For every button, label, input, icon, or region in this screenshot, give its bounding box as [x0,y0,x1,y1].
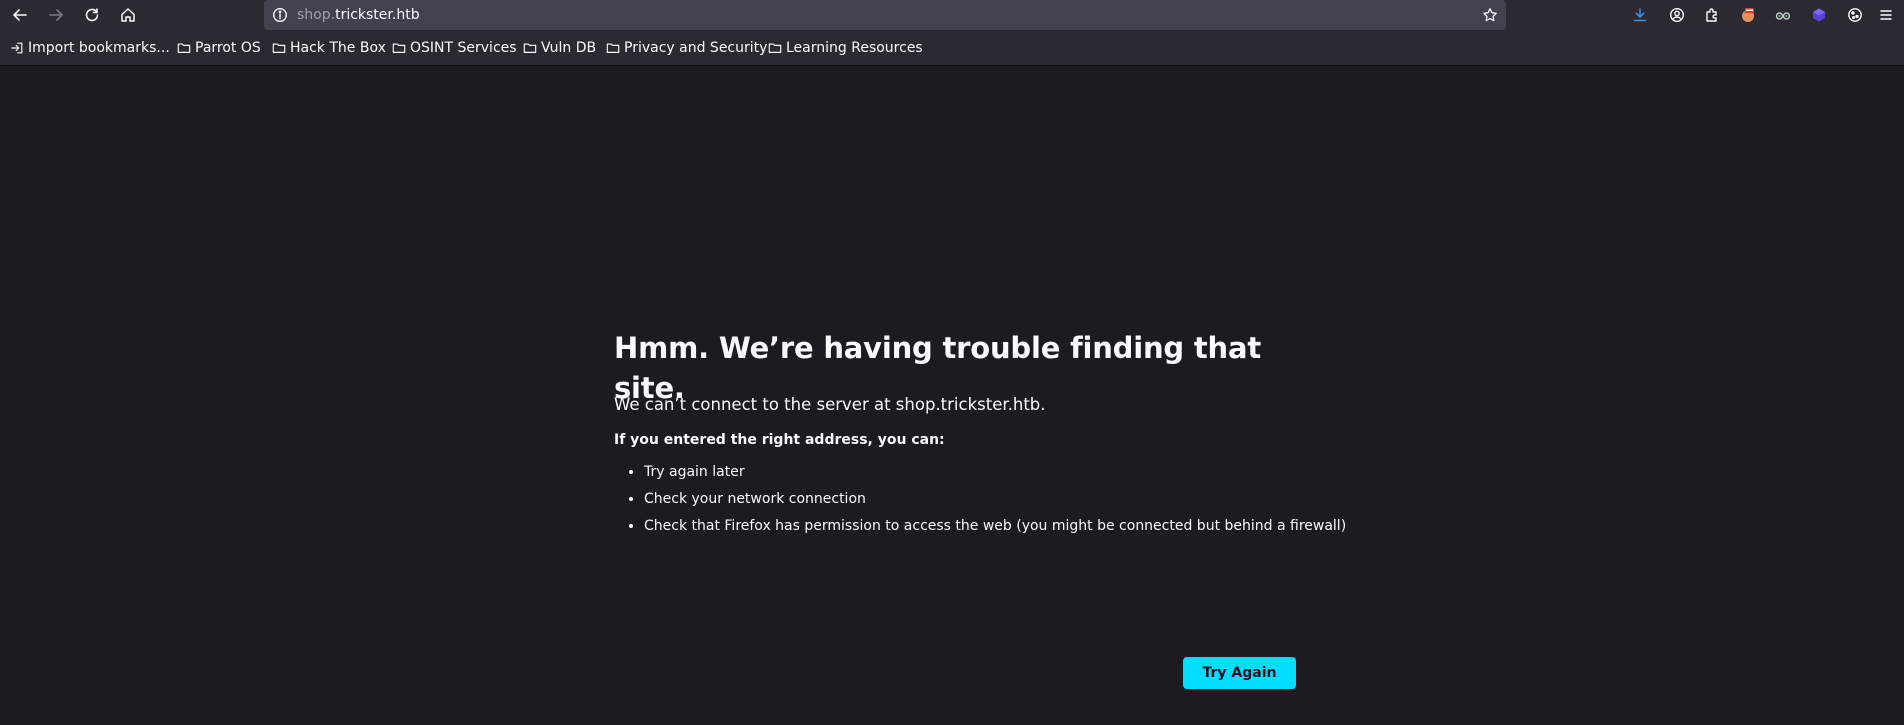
glasses-extension-icon[interactable] [1771,3,1795,27]
bookmark-label: Parrot OS [195,40,261,56]
bookmark-osint-services[interactable]: OSINT Services [392,30,517,66]
error-container: Hmm. We’re having trouble finding that s… [614,328,1346,689]
hamburger-menu-icon[interactable] [1874,3,1898,27]
forward-arrow-icon[interactable] [44,3,68,27]
bookmark-parrot-os[interactable]: Parrot OS [177,30,261,66]
home-icon[interactable] [116,3,140,27]
reload-icon[interactable] [80,3,104,27]
error-description: We can’t connect to the server at shop.t… [614,395,1046,414]
list-item: Check that Firefox has permission to acc… [644,513,1346,540]
bookmark-label: Hack The Box [290,40,386,56]
bookmark-label: Vuln DB [541,40,597,56]
folder-icon [523,43,537,53]
url-text[interactable]: shop.trickster.htb [297,0,420,30]
back-arrow-icon[interactable] [8,3,32,27]
bookmark-label: Privacy and Security [624,40,768,56]
bookmark-hack-the-box[interactable]: Hack The Box [272,30,386,66]
download-icon[interactable] [1628,3,1652,27]
star-icon[interactable] [1482,7,1498,23]
error-subheading: If you entered the right address, you ca… [614,432,945,448]
bookmark-learning-resources[interactable]: Learning Resources [768,30,923,66]
list-item: Try again later [644,459,1346,486]
try-again-button[interactable]: Try Again [1183,657,1296,689]
info-icon[interactable] [272,7,288,23]
folder-icon [606,43,620,53]
folder-icon [272,43,286,53]
bookmark-vuln-db[interactable]: Vuln DB [523,30,596,66]
navigation-toolbar: shop.trickster.htb [0,0,1904,30]
folder-icon [392,43,406,53]
bookmarks-toolbar: Import bookmarks... Parrot OS Hack The B… [0,30,1904,66]
bookmark-label: OSINT Services [410,40,517,56]
bookmark-privacy-and-security[interactable]: Privacy and Security [606,30,767,66]
extension-badge-icon[interactable] [1736,3,1760,27]
url-bar[interactable]: shop.trickster.htb [264,0,1506,30]
puzzle-icon[interactable] [1700,3,1724,27]
url-domain: trickster.htb [335,7,420,23]
cookie-extension-icon[interactable] [1843,3,1867,27]
import-icon [11,42,23,54]
bookmark-import[interactable]: Import bookmarks... [10,30,170,66]
bookmark-label: Learning Resources [786,40,923,56]
suggestion-list: Try again later Check your network conne… [614,459,1346,540]
list-item: Check your network connection [644,486,1346,513]
cube-extension-icon[interactable] [1807,3,1831,27]
account-icon[interactable] [1665,3,1689,27]
folder-icon [177,43,191,53]
bookmark-label: Import bookmarks... [28,40,170,56]
url-subdomain: shop. [297,7,336,23]
folder-icon [768,43,782,53]
